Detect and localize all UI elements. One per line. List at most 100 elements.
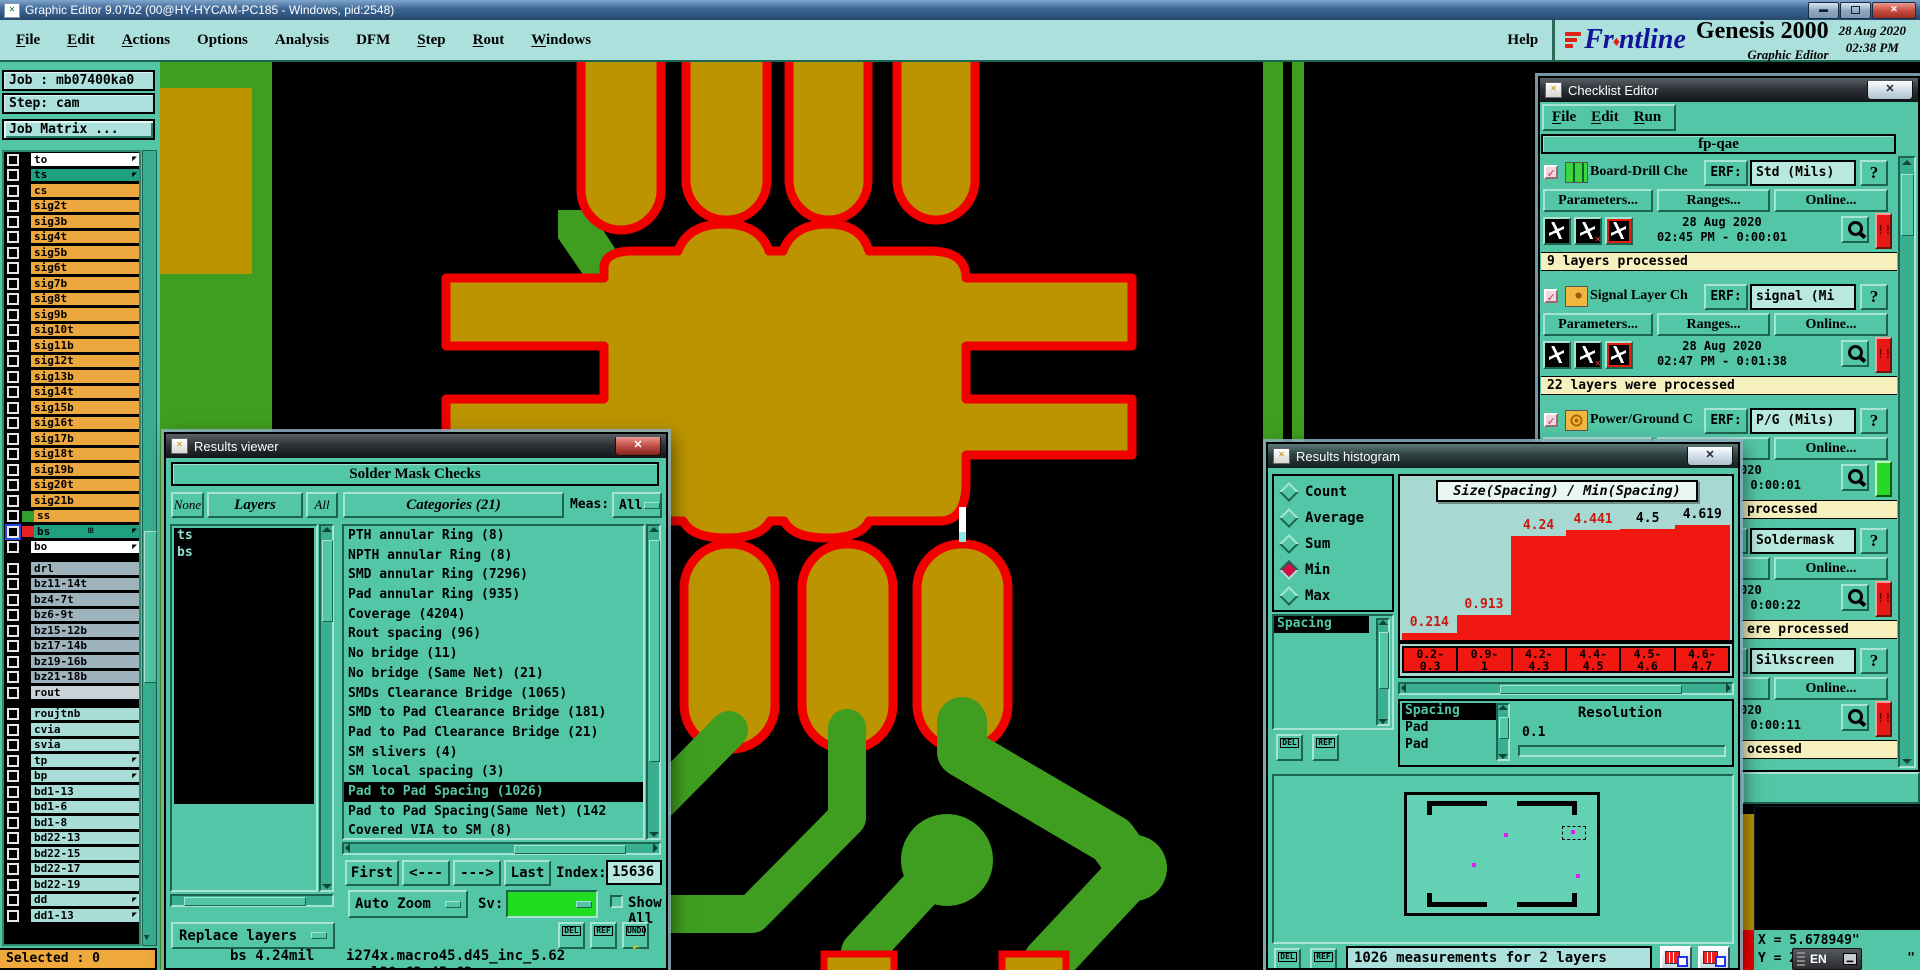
layer-row-roujtnb[interactable]: roujtnb bbox=[4, 707, 139, 723]
layer-row-sig10t[interactable]: sig10t bbox=[4, 323, 139, 339]
show-all-checkbox[interactable] bbox=[610, 895, 623, 908]
menu-edit[interactable]: Edit bbox=[67, 32, 95, 49]
layer-checkbox[interactable] bbox=[7, 863, 19, 876]
layer-name[interactable]: cvia bbox=[31, 723, 139, 737]
online-button[interactable]: Online... bbox=[1774, 189, 1888, 212]
meas-dropdown[interactable]: All bbox=[612, 492, 662, 518]
category-item[interactable]: No bridge (11) bbox=[344, 644, 643, 664]
layer-name[interactable]: sig12t bbox=[31, 354, 139, 368]
layer-checkbox[interactable] bbox=[7, 754, 19, 767]
prev-button[interactable]: <--- bbox=[402, 860, 450, 886]
layer-list[interactable]: to ◤ ts ◤ cs sig2t sig3b sig4t sig5b sig6t sig7b si… bbox=[2, 150, 141, 946]
checklist-menu-run[interactable]: Run bbox=[1634, 109, 1662, 126]
layer-name[interactable]: bp ◤ bbox=[31, 769, 139, 783]
delete-button[interactable]: DEL bbox=[558, 922, 585, 949]
help-button[interactable]: ? bbox=[1860, 408, 1888, 434]
layer-row-sig9b[interactable]: sig9b bbox=[4, 307, 139, 323]
layer-row-cvia[interactable]: cvia bbox=[4, 722, 139, 738]
layer-name[interactable]: bz17-14b bbox=[31, 639, 139, 653]
layer-name[interactable]: rout bbox=[31, 686, 139, 700]
parameters-button[interactable]: Parameters... bbox=[1543, 189, 1653, 212]
layer-name[interactable]: sig17b bbox=[31, 432, 139, 446]
layer-name[interactable]: sig5b bbox=[31, 246, 139, 260]
replace-layers-dropdown[interactable]: Replace layers bbox=[171, 922, 335, 949]
layer-name[interactable]: ts ◤ bbox=[31, 168, 139, 182]
layer-row-sig7b[interactable]: sig7b bbox=[4, 276, 139, 292]
category-item[interactable]: SMD annular Ring (7296) bbox=[344, 565, 643, 585]
layer-name[interactable]: bz21-18b bbox=[31, 670, 139, 684]
layer-row-rout[interactable]: rout bbox=[4, 685, 139, 701]
layer-name[interactable]: sig20t bbox=[31, 478, 139, 492]
layer-checkbox[interactable] bbox=[7, 231, 19, 244]
minimize-button[interactable]: ▬ bbox=[1808, 1, 1839, 19]
layer-checkbox[interactable] bbox=[7, 324, 19, 337]
layer-row-bz4-7t[interactable]: bz4-7t bbox=[4, 592, 139, 608]
layer-checkbox[interactable] bbox=[7, 448, 19, 461]
language-bar[interactable]: EN ▁ bbox=[1792, 948, 1862, 970]
layer-checkbox[interactable] bbox=[7, 686, 19, 699]
run-selected-icon[interactable] bbox=[1605, 341, 1633, 369]
layer-name[interactable]: bz6-9t bbox=[31, 608, 139, 622]
category-item[interactable]: Coverage (4204) bbox=[344, 605, 643, 625]
histogram-footer-reference[interactable]: REF bbox=[1310, 948, 1337, 968]
layer-row-bs[interactable]: bs ⊞ ◤ bbox=[4, 524, 139, 540]
layer-name[interactable]: sig6t bbox=[31, 261, 139, 275]
layer-checkbox[interactable] bbox=[7, 578, 19, 591]
menu-help[interactable]: Help bbox=[1507, 32, 1538, 49]
layer-row-to[interactable]: to ◤ bbox=[4, 152, 139, 168]
run-icon[interactable] bbox=[1543, 341, 1571, 369]
layer-checkbox[interactable] bbox=[7, 494, 19, 507]
layer-row-bz6-9t[interactable]: bz6-9t bbox=[4, 608, 139, 624]
layer-name[interactable]: sig10t bbox=[31, 323, 139, 337]
param-item[interactable]: Pad bbox=[1402, 737, 1497, 754]
layer-name[interactable]: sig19b bbox=[31, 463, 139, 477]
layer-name[interactable]: bz4-7t bbox=[31, 593, 139, 607]
category-item[interactable]: Pad to Pad Spacing(Same Net) (142 bbox=[344, 802, 643, 822]
index-input[interactable]: 15636 bbox=[606, 860, 662, 885]
category-item[interactable]: SMDs Clearance Bridge (1065) bbox=[344, 684, 643, 704]
histogram-footer-delete[interactable]: DEL bbox=[1274, 948, 1301, 968]
layer-name[interactable]: bd1-6 bbox=[31, 800, 139, 814]
layer-row-sig21b[interactable]: sig21b bbox=[4, 493, 139, 509]
checklist-titlebar[interactable]: ✕ Checklist Editor ✕ bbox=[1540, 78, 1918, 102]
layer-row-bd1-8[interactable]: bd1-8 bbox=[4, 815, 139, 831]
drag-grip-icon[interactable] bbox=[1797, 952, 1805, 966]
layer-checkbox[interactable] bbox=[7, 525, 19, 538]
layer-row-sig13b[interactable]: sig13b bbox=[4, 369, 139, 385]
layer-name[interactable]: dd1-13 ◤ bbox=[31, 909, 139, 923]
layer-name[interactable]: sig16t bbox=[31, 416, 139, 430]
layer-checkbox[interactable] bbox=[7, 785, 19, 798]
sv-color-dropdown[interactable] bbox=[506, 890, 598, 918]
viewer-category-list[interactable]: PTH annular Ring (8) NPTH annular Ring (8… bbox=[342, 524, 645, 840]
layer-checkbox[interactable] bbox=[7, 562, 19, 575]
layer-row-bz11-14t[interactable]: bz11-14t bbox=[4, 577, 139, 593]
measure-item[interactable]: Spacing bbox=[1274, 616, 1369, 633]
layer-name[interactable]: bz19-16b bbox=[31, 655, 139, 669]
menu-analysis[interactable]: Analysis bbox=[275, 32, 329, 49]
menu-rout[interactable]: Rout bbox=[473, 32, 505, 49]
layer-name[interactable]: sig2t bbox=[31, 199, 139, 213]
layer-row-svia[interactable]: svia bbox=[4, 738, 139, 754]
layer-name[interactable]: dd ◤ bbox=[31, 893, 139, 907]
layer-row-cs[interactable]: cs bbox=[4, 183, 139, 199]
layer-name[interactable]: sig15b bbox=[31, 401, 139, 415]
first-button[interactable]: First bbox=[345, 860, 399, 886]
viewer-titlebar[interactable]: ✕ Results viewer ✕ bbox=[166, 434, 666, 458]
layer-name[interactable]: bo ◤ bbox=[31, 540, 139, 554]
minimap[interactable] bbox=[1272, 774, 1734, 944]
layer-checkbox[interactable] bbox=[7, 479, 19, 492]
layer-checkbox[interactable] bbox=[7, 355, 19, 368]
app-titlebar[interactable]: ✕ Graphic Editor 9.07b2 (00@HY-HYCAM-PC1… bbox=[0, 0, 1920, 20]
layer-checkbox[interactable] bbox=[7, 432, 19, 445]
ranges-button[interactable]: Ranges... bbox=[1657, 313, 1770, 336]
category-item[interactable]: SM slivers (4) bbox=[344, 743, 643, 763]
viewer-layer-scrollbar[interactable] bbox=[319, 524, 334, 892]
measure-list[interactable]: Spacing bbox=[1272, 614, 1394, 730]
layer-name[interactable]: sig11b bbox=[31, 339, 139, 353]
reference-button[interactable]: REF bbox=[590, 922, 617, 949]
param-item[interactable]: Pad bbox=[1402, 720, 1497, 737]
layer-row-bd1-13[interactable]: bd1-13 bbox=[4, 784, 139, 800]
layer-row-bz21-18b[interactable]: bz21-18b bbox=[4, 670, 139, 686]
viewer-layer-hscrollbar[interactable] bbox=[170, 894, 334, 907]
layer-checkbox[interactable] bbox=[7, 262, 19, 275]
